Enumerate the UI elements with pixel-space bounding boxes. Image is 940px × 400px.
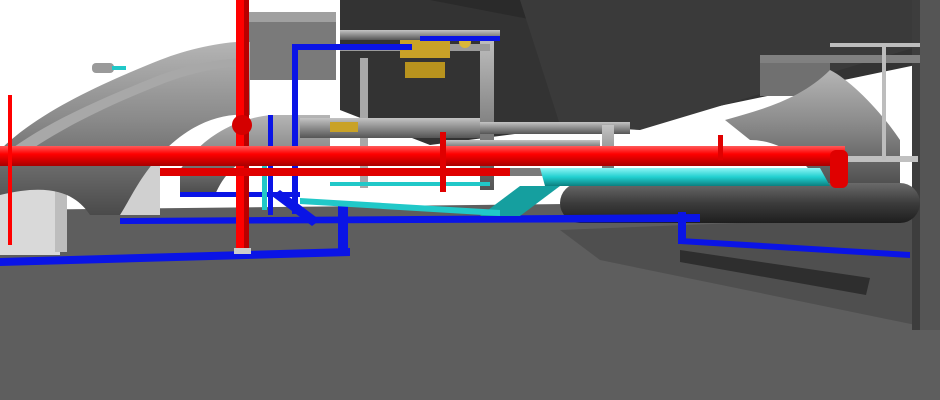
cyan-pipe-main [540,168,830,186]
thin-pipe-vertical-right [882,45,886,160]
valve-assembly-3 [330,122,358,132]
blue-pipe-riser-1 [338,205,348,255]
thin-pipe-top-right [830,43,920,47]
red-pipe-drop-end [234,248,251,254]
mep-3d-scene[interactable] [0,0,940,400]
ceiling-box-face [248,12,336,22]
light-fixture-arm [112,66,126,70]
light-fixture [92,63,114,73]
valve-assembly-2 [405,62,445,78]
blue-pipe-top [292,44,412,50]
red-pipe-lower [160,168,510,176]
red-pipe-vertical-3 [718,135,723,160]
bim-viewport[interactable] [0,0,940,400]
cyan-pipe-far [330,182,490,186]
blue-pipe-vertical-1 [292,44,298,214]
right-wall-panel [760,55,920,63]
red-pipe-vertical-left [8,95,12,245]
gray-pipe-horizontal-4 [300,118,480,138]
red-pipe-elbow [232,115,252,135]
right-column-face [912,0,920,330]
blue-pipe-top-2 [420,36,500,41]
right-column [918,0,940,330]
red-pipe-end-cap [830,150,848,188]
red-pipe-vertical-2 [440,132,446,192]
